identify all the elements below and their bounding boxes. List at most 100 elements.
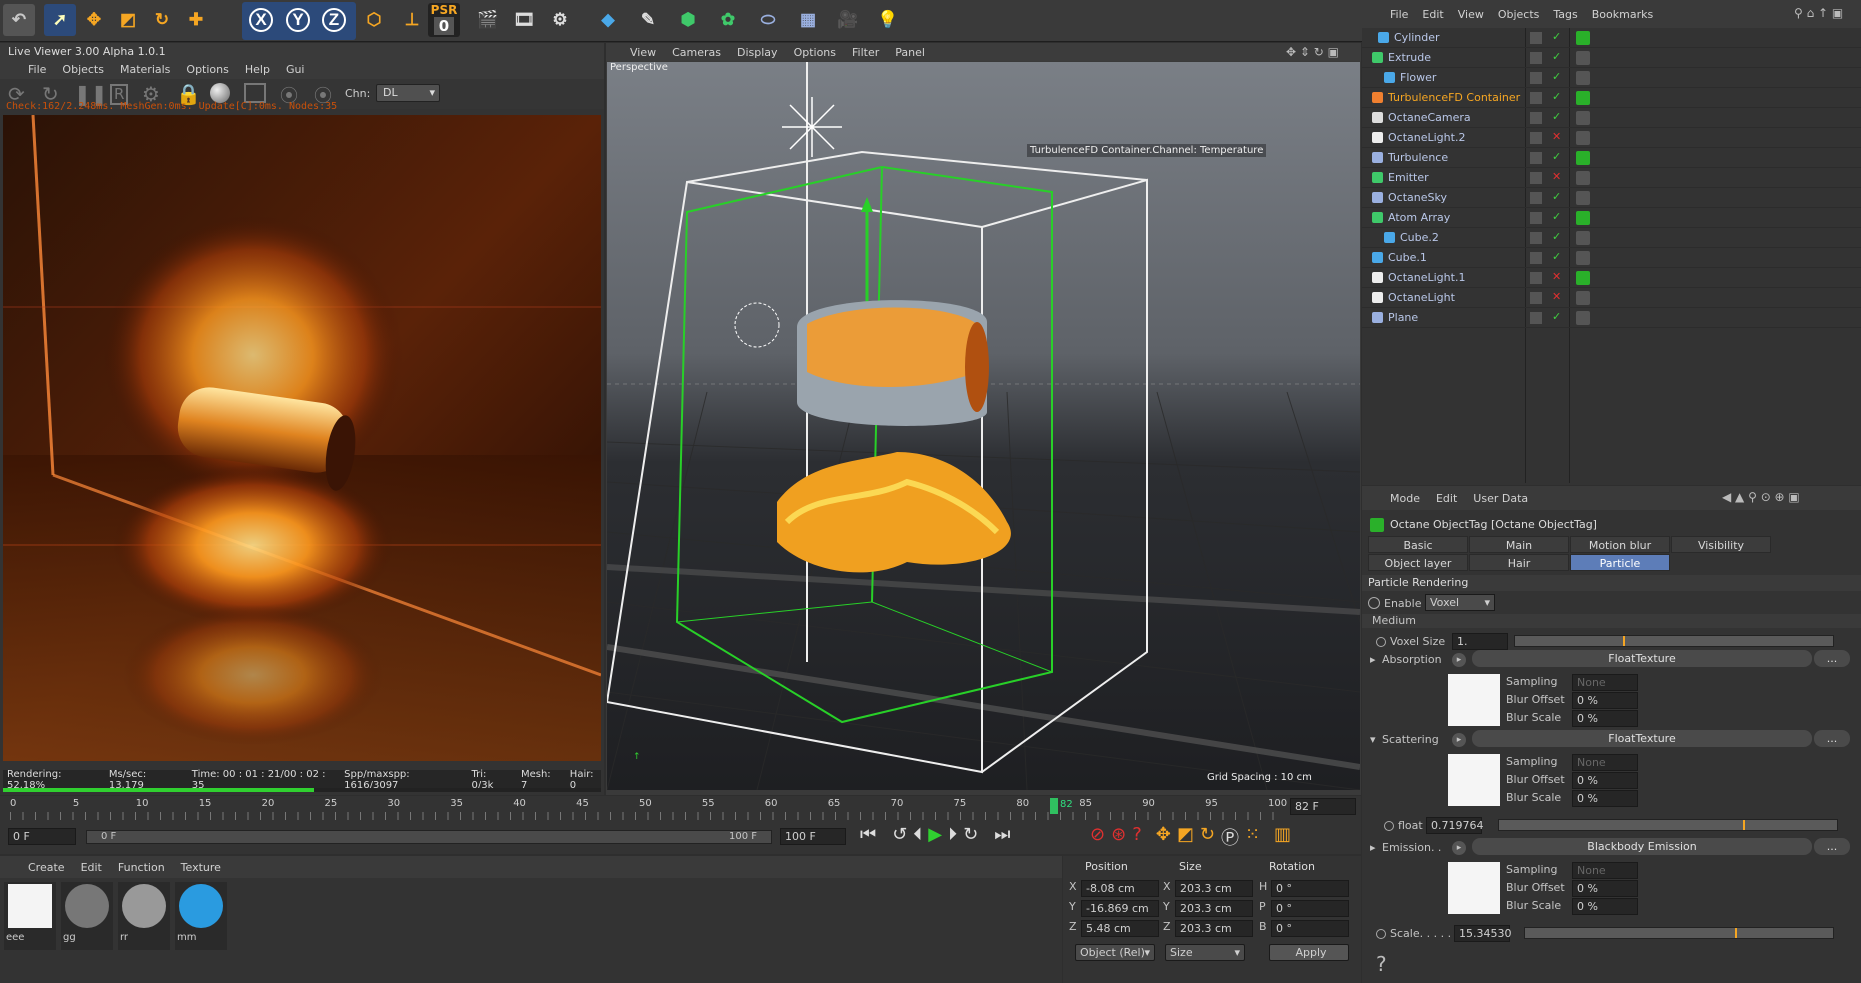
size-field[interactable]: 203.3 cm xyxy=(1175,920,1253,937)
render-view-icon[interactable]: 🎬 xyxy=(472,4,504,36)
layer-icon[interactable] xyxy=(1530,32,1542,44)
object-name[interactable]: OctaneCamera xyxy=(1388,111,1471,124)
object-row[interactable]: OctaneLight.2 ✕ xyxy=(1362,128,1861,148)
loop-forward-icon[interactable]: ↻ xyxy=(963,824,978,845)
om-menu-view[interactable]: View xyxy=(1458,8,1484,21)
enabled-check-icon[interactable]: ✓ xyxy=(1552,110,1561,123)
scattering-texture-button[interactable]: FloatTexture xyxy=(1472,730,1812,747)
object-tag-icon[interactable] xyxy=(1576,111,1590,125)
mat-menu-edit[interactable]: Edit xyxy=(81,861,102,874)
abs-sampling-dropdown[interactable]: None xyxy=(1572,674,1638,691)
timeline-playhead[interactable] xyxy=(1050,798,1058,814)
object-name[interactable]: Cube.1 xyxy=(1388,251,1427,264)
tab-object-layer[interactable]: Object layer xyxy=(1368,554,1468,571)
spline-pen-icon[interactable]: ✎ xyxy=(632,4,664,36)
voxel-size-field[interactable]: 1. xyxy=(1452,633,1508,650)
emission-expand-icon[interactable]: ▸ xyxy=(1370,841,1376,854)
om-menu-file[interactable]: File xyxy=(1390,8,1408,21)
object-name[interactable]: Atom Array xyxy=(1388,211,1450,224)
key-position-icon[interactable]: ✥ xyxy=(1156,824,1171,850)
om-menu-tags[interactable]: Tags xyxy=(1553,8,1577,21)
object-row[interactable]: OctaneLight.1 ✕ xyxy=(1362,268,1861,288)
object-tag-icon[interactable] xyxy=(1576,291,1590,305)
absorption-more-button[interactable]: ... xyxy=(1814,650,1850,667)
tab-hair[interactable]: Hair xyxy=(1469,554,1569,571)
medium-group-header[interactable]: Medium xyxy=(1362,614,1861,628)
abs-blur-scale-field[interactable]: 0 % xyxy=(1572,710,1638,727)
coordinate-system-icon[interactable]: ⬡ xyxy=(358,4,390,36)
subdivision-icon[interactable]: ⬢ xyxy=(672,4,704,36)
vp-menu-options[interactable]: Options xyxy=(794,46,836,59)
attr-menu-mode[interactable]: Mode xyxy=(1390,492,1420,505)
object-name[interactable]: Emitter xyxy=(1388,171,1429,184)
emi-sampling-dropdown[interactable]: None xyxy=(1572,862,1638,879)
emi-blur-offset-field[interactable]: 0 % xyxy=(1572,880,1638,897)
lv-material-ball-icon[interactable] xyxy=(210,83,230,103)
om-menu-objects[interactable]: Objects xyxy=(1498,8,1540,21)
goto-end-icon[interactable]: ⏭ xyxy=(994,824,1010,845)
enabled-check-icon[interactable]: ✓ xyxy=(1552,90,1561,103)
coord-size-dropdown[interactable]: Size ▾ xyxy=(1165,944,1245,961)
scale-tool-icon[interactable]: ◩ xyxy=(112,4,144,36)
lv-menu-file[interactable]: File xyxy=(28,63,46,76)
object-row[interactable]: Cube.1 ✓ xyxy=(1362,248,1861,268)
float-anim-icon[interactable] xyxy=(1384,821,1394,831)
lv-frame-icon[interactable] xyxy=(244,83,266,103)
layer-icon[interactable] xyxy=(1530,252,1542,264)
om-search-home-icons[interactable]: ⚲ ⌂ ↑ ▣ xyxy=(1794,6,1843,20)
layer-icon[interactable] xyxy=(1530,292,1542,304)
object-row[interactable]: Plane ✓ xyxy=(1362,308,1861,328)
voxel-size-anim-icon[interactable] xyxy=(1376,637,1386,647)
vp-menu-view[interactable]: View xyxy=(630,46,656,59)
float-slider[interactable] xyxy=(1498,819,1838,831)
position-field[interactable]: -16.869 cm xyxy=(1081,900,1159,917)
enabled-check-icon[interactable]: ✓ xyxy=(1552,250,1561,263)
om-menu-bookmarks[interactable]: Bookmarks xyxy=(1592,8,1653,21)
key-rotation-icon[interactable]: ↻ xyxy=(1200,824,1215,850)
viewport-canvas[interactable]: Perspective TurbulenceFD Container.Chann… xyxy=(607,62,1360,790)
render-settings-icon[interactable]: ⚙ xyxy=(544,4,576,36)
layer-icon[interactable] xyxy=(1530,92,1542,104)
object-tag-icon[interactable] xyxy=(1576,231,1590,245)
layer-icon[interactable] xyxy=(1530,272,1542,284)
light-icon[interactable]: 💡 xyxy=(872,4,904,36)
object-tag-icon[interactable] xyxy=(1576,271,1590,285)
position-field[interactable]: -8.08 cm xyxy=(1081,880,1159,897)
apply-button[interactable]: Apply xyxy=(1269,944,1349,961)
float-field[interactable]: 0.719764 xyxy=(1426,817,1484,834)
object-row[interactable]: OctaneSky ✓ xyxy=(1362,188,1861,208)
emission-more-button[interactable]: ... xyxy=(1814,838,1850,855)
disabled-icon[interactable]: ✕ xyxy=(1552,130,1561,143)
object-name[interactable]: Cube.2 xyxy=(1400,231,1439,244)
scale-field[interactable]: 15.34530 xyxy=(1454,925,1512,942)
record-icon[interactable]: ⊘ xyxy=(1090,824,1105,850)
object-name[interactable]: OctaneLight xyxy=(1388,291,1455,304)
absorption-texture-button[interactable]: FloatTexture xyxy=(1472,650,1812,667)
lv-menu-options[interactable]: Options xyxy=(186,63,228,76)
sca-blur-scale-field[interactable]: 0 % xyxy=(1572,790,1638,807)
object-tag-icon[interactable] xyxy=(1576,91,1590,105)
psr-indicator[interactable]: PSR 0 xyxy=(428,3,460,37)
coord-mode-dropdown[interactable]: Object (Rel) ▾ xyxy=(1075,944,1155,961)
object-name[interactable]: TurbulenceFD Container xyxy=(1388,91,1520,104)
disabled-icon[interactable]: ✕ xyxy=(1552,270,1561,283)
disabled-icon[interactable]: ✕ xyxy=(1552,290,1561,303)
enable-dropdown[interactable]: Voxel ▾ xyxy=(1425,594,1495,611)
scale-slider[interactable] xyxy=(1524,927,1834,939)
object-name[interactable]: OctaneLight.1 xyxy=(1388,271,1465,284)
help-icon[interactable]: ? xyxy=(1376,952,1387,976)
object-tag-icon[interactable] xyxy=(1576,31,1590,45)
absorption-expand-icon[interactable]: ▸ xyxy=(1370,653,1376,666)
object-tag-icon[interactable] xyxy=(1576,151,1590,165)
position-field[interactable]: 5.48 cm xyxy=(1081,920,1159,937)
object-tag-icon[interactable] xyxy=(1576,51,1590,65)
recent-tool-icon[interactable]: ✚ xyxy=(180,4,212,36)
absorption-play-icon[interactable]: ▸ xyxy=(1452,653,1466,667)
sca-sampling-dropdown[interactable]: None xyxy=(1572,754,1638,771)
object-row[interactable]: Extrude ✓ xyxy=(1362,48,1861,68)
enabled-check-icon[interactable]: ✓ xyxy=(1552,50,1561,63)
attr-menu-edit[interactable]: Edit xyxy=(1436,492,1457,505)
layer-icon[interactable] xyxy=(1530,312,1542,324)
enabled-check-icon[interactable]: ✓ xyxy=(1552,30,1561,43)
layer-icon[interactable] xyxy=(1530,212,1542,224)
